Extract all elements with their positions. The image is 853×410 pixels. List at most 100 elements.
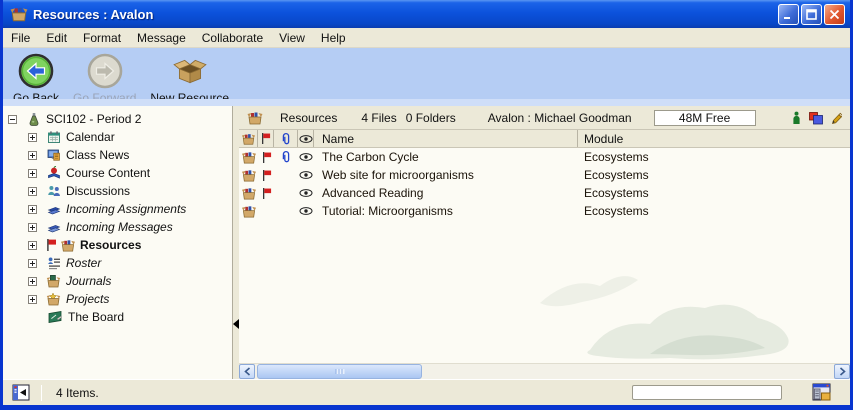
minimize-icon <box>783 9 794 20</box>
minimize-button[interactable] <box>778 4 799 25</box>
name-column-header[interactable]: Name <box>314 130 578 147</box>
type-column-header[interactable] <box>239 130 258 147</box>
tree-item-calendar[interactable]: Calendar <box>3 128 232 146</box>
person-icon[interactable] <box>792 111 801 125</box>
roster-icon <box>45 256 62 271</box>
copy-icon[interactable] <box>808 111 824 125</box>
projects-icon <box>45 292 62 307</box>
tree-item-resources[interactable]: Resources <box>3 236 232 254</box>
list-item[interactable]: Tutorial: Microorganisms Ecosystems <box>239 202 850 220</box>
tree-item-the-board[interactable]: The Board <box>3 308 232 326</box>
flag-column-header[interactable] <box>258 130 274 147</box>
tree-item-label: Discussions <box>66 184 130 199</box>
course-tree: SCI102 - Period 2 Calendar Class News <box>3 106 233 379</box>
horizontal-scrollbar[interactable] <box>239 363 850 379</box>
paperclip-icon <box>281 132 291 146</box>
resources-box-icon <box>246 110 264 126</box>
menu-file[interactable]: File <box>3 29 38 47</box>
flag-icon <box>45 238 57 252</box>
app-window: Resources : Avalon File Edit Format Mess… <box>0 0 853 410</box>
tree-item-label: Incoming Messages <box>66 220 173 235</box>
go-back-label: Go Back <box>13 91 59 105</box>
scroll-right-button[interactable] <box>834 364 850 379</box>
owner-label: Avalon : Michael Goodman <box>488 111 632 125</box>
assignments-icon <box>45 202 62 217</box>
pencil-icon[interactable] <box>831 111 842 125</box>
tree-item-incoming-messages[interactable]: Incoming Messages <box>3 218 232 236</box>
attachment-column-header[interactable] <box>274 130 298 147</box>
expand-icon[interactable] <box>28 295 37 304</box>
scrollbar-thumb[interactable] <box>257 364 422 379</box>
eye-icon <box>298 206 314 216</box>
tree-item-label: Journals <box>66 274 111 289</box>
expand-icon[interactable] <box>28 277 37 286</box>
expand-icon[interactable] <box>28 241 37 250</box>
expand-icon[interactable] <box>28 259 37 268</box>
tree-item-journals[interactable]: Journals <box>3 272 232 290</box>
tree-item-discussions[interactable]: Discussions <box>3 182 232 200</box>
flag-icon <box>258 187 274 200</box>
file-list: The Carbon Cycle Ecosystems <box>239 148 850 363</box>
menu-format[interactable]: Format <box>75 29 129 47</box>
view-details-icon[interactable] <box>812 383 834 402</box>
tree-item-projects[interactable]: Projects <box>3 290 232 308</box>
go-back-button[interactable]: Go Back <box>9 52 63 106</box>
tree-item-label: The Board <box>68 310 124 325</box>
tree-item-class-news[interactable]: Class News <box>3 146 232 164</box>
tree-item-label: Incoming Assignments <box>66 202 186 217</box>
flask-icon <box>25 112 42 127</box>
file-module: Ecosystems <box>578 186 850 200</box>
resources-box-icon <box>239 168 258 183</box>
collapse-icon[interactable] <box>8 115 17 124</box>
list-column-header: Name Module <box>239 130 850 148</box>
folder-title: Resources <box>280 111 337 125</box>
back-circle-icon <box>18 53 54 89</box>
menu-message[interactable]: Message <box>129 29 194 47</box>
close-button[interactable] <box>824 4 845 25</box>
expand-icon[interactable] <box>28 223 37 232</box>
tree-item-label: Class News <box>66 148 129 163</box>
tree-item-course-root[interactable]: SCI102 - Period 2 <box>3 110 232 128</box>
status-bar: 4 Items. <box>3 379 850 405</box>
panel-toggle-icon[interactable] <box>12 384 32 401</box>
scroll-left-button[interactable] <box>239 364 255 379</box>
file-count: 4 Files <box>361 111 396 125</box>
tree-item-roster[interactable]: Roster <box>3 254 232 272</box>
tree-item-incoming-assignments[interactable]: Incoming Assignments <box>3 200 232 218</box>
module-column-header[interactable]: Module <box>578 130 850 147</box>
background-watermark <box>530 258 820 363</box>
resources-box-icon <box>241 132 256 146</box>
title-bar[interactable]: Resources : Avalon <box>3 0 850 28</box>
expand-icon[interactable] <box>28 151 37 160</box>
panel-toggle-cell[interactable] <box>3 384 41 401</box>
menu-bar: File Edit Format Message Collaborate Vie… <box>3 28 850 48</box>
journals-icon <box>45 274 62 289</box>
free-space-meter: 48M Free <box>654 110 756 126</box>
visibility-column-header[interactable] <box>298 130 314 147</box>
flag-icon <box>258 151 274 164</box>
new-resource-button[interactable]: New Resource <box>146 52 233 106</box>
chevron-right-icon <box>839 367 846 376</box>
go-forward-button[interactable]: Go Forward <box>69 52 140 106</box>
list-item[interactable]: Web site for microorganisms Ecosystems <box>239 166 850 184</box>
tree-item-label: Course Content <box>66 166 150 181</box>
expand-icon[interactable] <box>28 169 37 178</box>
eye-icon <box>298 152 314 162</box>
eye-icon <box>298 188 314 198</box>
new-resource-label: New Resource <box>150 91 229 105</box>
tree-item-course-content[interactable]: Course Content <box>3 164 232 182</box>
expand-icon[interactable] <box>28 205 37 214</box>
menu-collaborate[interactable]: Collaborate <box>194 29 271 47</box>
maximize-button[interactable] <box>801 4 822 25</box>
list-item[interactable]: Advanced Reading Ecosystems <box>239 184 850 202</box>
menu-view[interactable]: View <box>271 29 313 47</box>
paperclip-icon <box>274 150 298 164</box>
menu-edit[interactable]: Edit <box>38 29 75 47</box>
list-item[interactable]: The Carbon Cycle Ecosystems <box>239 148 850 166</box>
expand-icon[interactable] <box>28 133 37 142</box>
tree-item-label: Projects <box>66 292 109 307</box>
resources-panel: Resources 4 Files 0 Folders Avalon : Mic… <box>239 106 850 379</box>
menu-help[interactable]: Help <box>313 29 354 47</box>
expand-icon[interactable] <box>28 187 37 196</box>
close-icon <box>829 9 840 20</box>
